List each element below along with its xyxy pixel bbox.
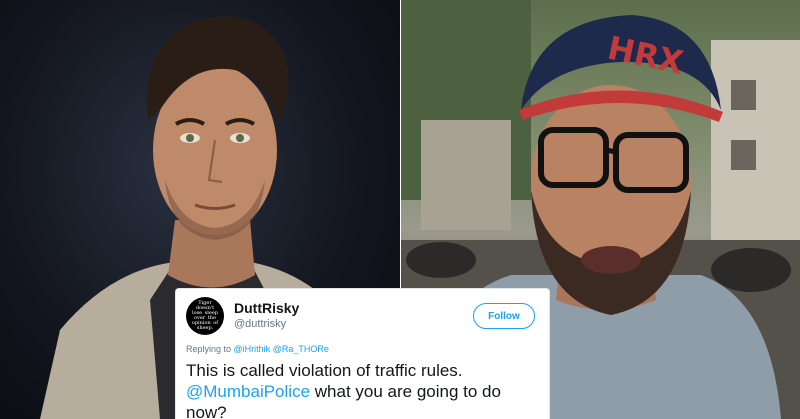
reply-context: Replying to @iHrithik @Ra_THORe (186, 343, 539, 355)
reply-prefix: Replying to (186, 344, 232, 354)
tweet-card: Tiger doesn't lose sleep over the opinio… (175, 288, 550, 419)
reply-mention-ihrithik[interactable]: @iHrithik (234, 344, 271, 354)
avatar[interactable]: Tiger doesn't lose sleep over the opinio… (186, 297, 224, 335)
tweet-header: Tiger doesn't lose sleep over the opinio… (186, 297, 539, 341)
avatar-text: Tiger doesn't lose sleep over the opinio… (191, 300, 219, 331)
tweet-mention-mumbaipolice[interactable]: @MumbaiPolice (186, 382, 310, 401)
reply-mention-ra-thore[interactable]: @Ra_THORe (273, 344, 329, 354)
tweet-text: This is called violation of traffic rule… (186, 360, 539, 419)
tweet-text-line-1: This is called violation of traffic rule… (186, 361, 463, 380)
user-handle[interactable]: @duttrisky (234, 317, 299, 332)
tweet-author[interactable]: DuttRisky @duttrisky (234, 300, 299, 332)
display-name[interactable]: DuttRisky (234, 300, 299, 317)
follow-button[interactable]: Follow (473, 303, 535, 329)
